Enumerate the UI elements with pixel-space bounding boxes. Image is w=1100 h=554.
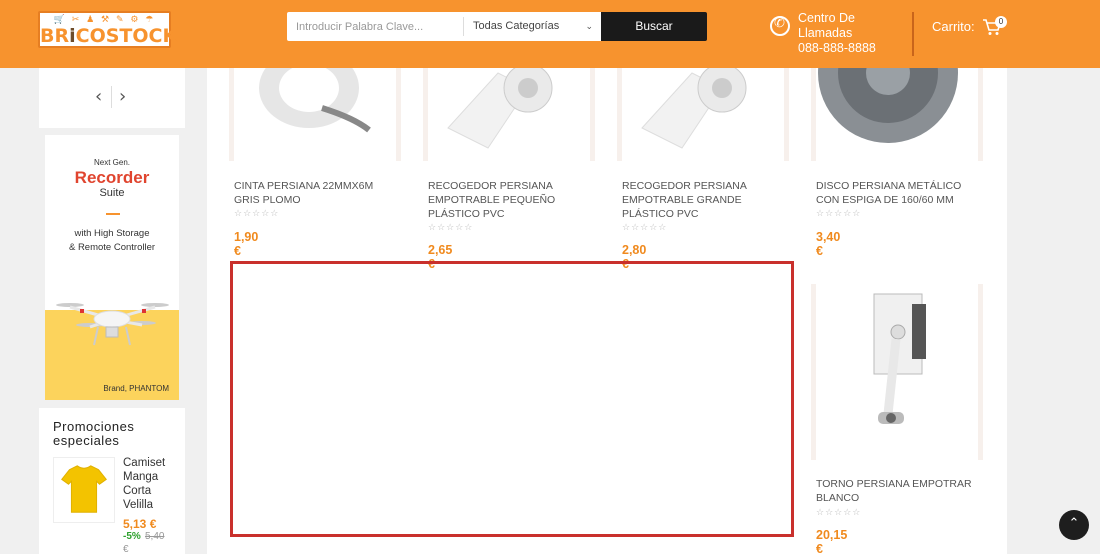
search-button[interactable]: Buscar: [601, 12, 707, 41]
site-logo[interactable]: 🛒 ✂ ♟ ⚒ ✎ ⚙ ☂ BRiCOSTOCK: [38, 11, 178, 48]
rating-stars: ☆☆☆☆☆: [234, 209, 280, 219]
promo-product-image[interactable]: [53, 457, 115, 523]
search-bar: Todas Categorías ⌄: [287, 12, 601, 41]
drone-image: [56, 303, 169, 346]
rating-stars: ☆☆☆☆☆: [816, 508, 862, 518]
special-promotions: Promociones especiales Camiset Manga Cor…: [39, 408, 185, 554]
banner-divider: [106, 213, 120, 215]
scroll-to-top-button[interactable]: ⌃: [1059, 510, 1089, 540]
banner-brand: Brand, PHANTOM: [103, 384, 169, 393]
promo-old-price: 5,40: [145, 531, 165, 542]
cart-count-badge: 0: [995, 16, 1007, 28]
promo-title: Promociones especiales: [53, 419, 135, 448]
promo-currency: €: [123, 544, 129, 554]
product-price: 20,15 €: [816, 528, 848, 554]
promo-price: 5,13 €: [123, 517, 157, 531]
product-name[interactable]: RECOGEDOR PERSIANA EMPOTRABLE GRANDE PLÁ…: [622, 179, 787, 221]
banner-line5: & Remote Controller: [68, 242, 156, 253]
header-divider: [912, 12, 914, 56]
chevron-left-icon[interactable]: ‹: [95, 86, 102, 107]
logo-text: BRiCOSTOCK: [40, 25, 178, 47]
chevron-down-icon: ⌄: [585, 21, 593, 31]
product-image[interactable]: [423, 63, 595, 161]
rating-stars: ☆☆☆☆☆: [428, 223, 474, 233]
call-center-text: Centro De Llamadas 088-888-8888: [798, 11, 908, 56]
product-name[interactable]: DISCO PERSIANA METÁLICO CON ESPIGA DE 16…: [816, 179, 981, 207]
product-name[interactable]: CINTA PERSIANA 22MMX6M GRIS PLOMO: [234, 179, 399, 207]
product-name[interactable]: RECOGEDOR PERSIANA EMPOTRABLE PEQUEÑO PL…: [428, 179, 593, 221]
product-price: 3,40 €: [816, 230, 841, 258]
category-select-value: Todas Categorías: [473, 20, 560, 32]
promo-product-name[interactable]: Camiset Manga Corta Velilla: [123, 456, 181, 512]
highlight-box: [230, 261, 794, 537]
banner-title: Recorder: [74, 168, 150, 187]
sidebar-banner[interactable]: Next Gen. Recorder Suite with High Stora…: [45, 135, 179, 400]
phone-icon: [770, 16, 790, 36]
category-select[interactable]: Todas Categorías ⌄: [463, 17, 601, 36]
product-price: 1,90 €: [234, 230, 259, 258]
banner-line1: Next Gen.: [93, 158, 130, 167]
banner-subtitle: Suite: [99, 187, 125, 199]
product-image[interactable]: [811, 3, 983, 161]
site-header: 🛒 ✂ ♟ ⚒ ✎ ⚙ ☂ BRiCOSTOCK Todas Categoría…: [0, 0, 1100, 68]
rating-stars: ☆☆☆☆☆: [816, 209, 862, 219]
call-center-phone[interactable]: 088-888-8888: [798, 41, 908, 56]
promo-discount: -5%: [123, 531, 141, 542]
sidebar-carousel-nav: ‹ ›: [39, 68, 185, 128]
chevron-right-icon[interactable]: ›: [119, 86, 126, 107]
rating-stars: ☆☆☆☆☆: [622, 223, 668, 233]
cart-label[interactable]: Carrito:: [932, 19, 975, 34]
search-input[interactable]: [287, 12, 463, 41]
product-name[interactable]: TORNO PERSIANA EMPOTRAR BLANCO: [816, 477, 981, 505]
product-image[interactable]: [617, 63, 789, 161]
logo-tools-icons: 🛒 ✂ ♟ ⚒ ✎ ⚙ ☂: [53, 15, 156, 25]
divider: [111, 86, 112, 108]
product-image[interactable]: [811, 284, 983, 460]
banner-line4: with High Storage: [74, 228, 150, 239]
product-image[interactable]: [229, 48, 401, 161]
